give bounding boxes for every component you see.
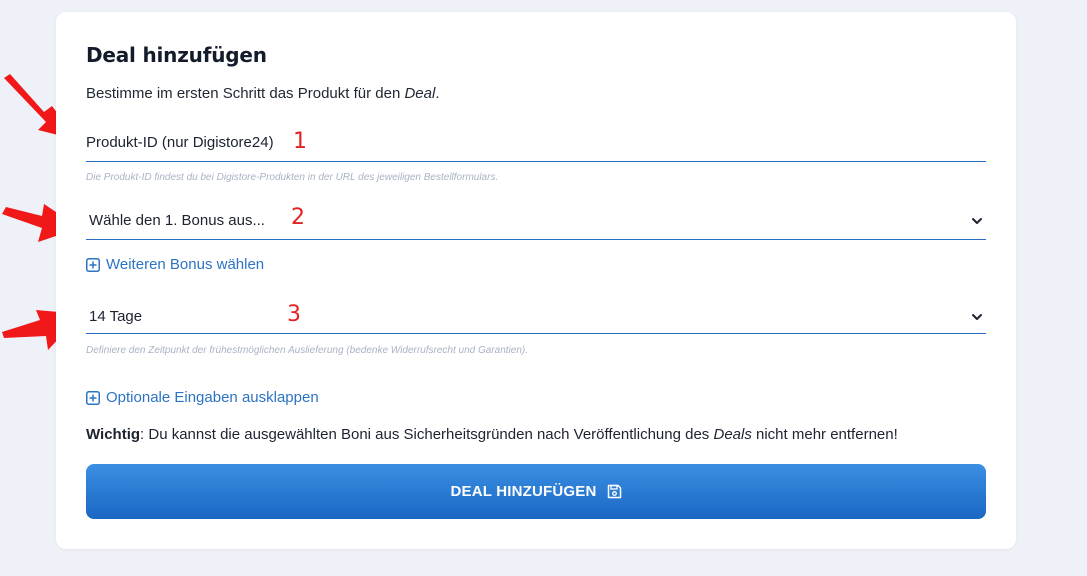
optional-fields-label: Optionale Eingaben ausklappen: [106, 389, 319, 406]
warning-text: Wichtig: Du kannst die ausgewählten Boni…: [86, 426, 898, 443]
deal-form-card: Deal hinzufügen Bestimme im ersten Schri…: [56, 12, 1016, 549]
add-deal-button[interactable]: DEAL HINZUFÜGEN: [86, 464, 986, 519]
annotation-number-1: 1: [293, 129, 307, 154]
annotation-number-2: 2: [291, 205, 305, 230]
product-id-hint: Die Produkt-ID findest du bei Digistore-…: [86, 172, 499, 183]
add-bonus-label: Weiteren Bonus wählen: [106, 256, 265, 273]
plus-square-icon: [86, 257, 100, 272]
delivery-delay-select[interactable]: 14 Tage: [86, 301, 986, 334]
chevron-down-icon: [972, 314, 982, 320]
delivery-delay-value: 14 Tage: [89, 308, 143, 325]
product-id-input[interactable]: Produkt-ID (nur Digistore24): [86, 130, 986, 162]
intro-text: Bestimme im ersten Schritt das Produkt f…: [86, 85, 440, 102]
chevron-down-icon: [972, 218, 982, 224]
page-title: Deal hinzufügen: [86, 43, 267, 67]
product-id-placeholder: Produkt-ID (nur Digistore24): [86, 134, 274, 151]
floppy-disk-icon: [607, 484, 621, 499]
add-bonus-button[interactable]: Weiteren Bonus wählen: [86, 256, 264, 273]
add-deal-label: DEAL HINZUFÜGEN: [450, 483, 597, 500]
bonus-select-value: Wähle den 1. Bonus aus...: [89, 212, 265, 229]
delivery-delay-hint: Definiere den Zeitpunkt der frühestmögli…: [86, 345, 529, 356]
plus-square-icon: [86, 390, 100, 405]
annotation-number-3: 3: [287, 302, 301, 327]
optional-fields-toggle[interactable]: Optionale Eingaben ausklappen: [86, 389, 319, 406]
bonus-select[interactable]: Wähle den 1. Bonus aus...: [86, 206, 986, 240]
